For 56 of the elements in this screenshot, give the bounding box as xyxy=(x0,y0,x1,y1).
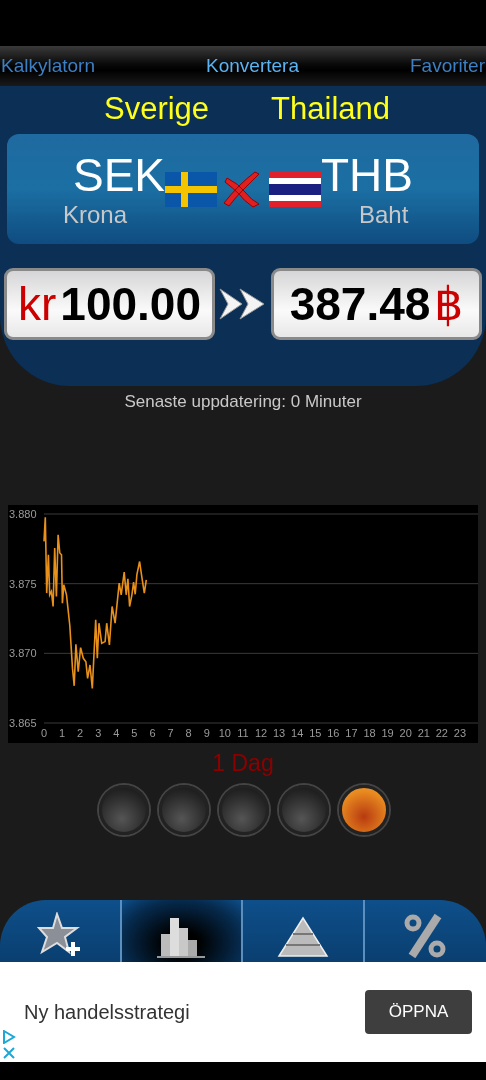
nav-tab[interactable] xyxy=(121,900,243,962)
axis-label: 17 xyxy=(345,727,358,739)
axis-label: 15 xyxy=(309,727,322,739)
axis-label: 3.865 xyxy=(9,717,37,729)
axis-label: 3.880 xyxy=(9,508,37,520)
amount-value: 387.48 xyxy=(289,277,431,331)
open-button[interactable]: ÖPPNA xyxy=(365,990,472,1034)
ad-text: Ny handelsstrategi xyxy=(24,1000,190,1024)
country-name: Sverige xyxy=(104,91,210,127)
currency-symbol: ฿ xyxy=(434,277,464,331)
axis-label: 20 xyxy=(399,727,412,739)
update-status: Senaste uppdatering: 0 Minuter xyxy=(123,392,363,412)
flag-icon xyxy=(165,171,217,207)
tab[interactable]: Kalkylatorn xyxy=(0,55,96,77)
pyramid-icon xyxy=(276,916,329,958)
currency-name: Baht xyxy=(359,201,409,229)
currency-code[interactable]: THB xyxy=(321,149,413,201)
close-icon[interactable] xyxy=(2,1046,16,1060)
axis-label: 19 xyxy=(381,727,394,739)
axis-label: 1 xyxy=(59,727,66,739)
country-name: Thailand xyxy=(271,91,390,127)
period-button[interactable] xyxy=(339,785,389,835)
currency-code[interactable]: SEK xyxy=(72,149,165,201)
axis-label: 14 xyxy=(291,727,304,739)
play-icon[interactable] xyxy=(2,1030,16,1044)
period-label: 1 Dag xyxy=(211,750,275,777)
axis-label: 6 xyxy=(149,727,156,739)
axis-label: 12 xyxy=(254,727,268,739)
axis-label: 22 xyxy=(435,727,448,739)
axis-label: 16 xyxy=(327,727,340,739)
flag-icon xyxy=(269,171,321,207)
tab[interactable]: Konvertera xyxy=(205,55,300,77)
star-plus-icon xyxy=(36,912,83,958)
axis-label: 18 xyxy=(363,727,376,739)
axis-label: 3 xyxy=(95,727,102,739)
tab[interactable]: Favoriter xyxy=(409,55,486,77)
currency-name: Krona xyxy=(62,201,127,229)
amount-value: 100.00 xyxy=(60,277,201,331)
amount-field[interactable]: kr100.00 xyxy=(4,268,215,340)
axis-label: 2 xyxy=(77,727,84,739)
axis-label: 13 xyxy=(272,727,286,739)
axis-label: 3.875 xyxy=(9,577,37,590)
axis-label: 11 xyxy=(237,727,249,739)
axis-label: 5 xyxy=(131,727,138,739)
axis-label: 21 xyxy=(417,727,430,739)
percent-icon xyxy=(404,914,447,958)
axis-label: 0 xyxy=(40,727,48,739)
axis-label: 7 xyxy=(167,727,174,739)
axis-label: 3.870 xyxy=(9,647,37,660)
axis-label: 10 xyxy=(218,727,231,739)
axis-label: 8 xyxy=(185,727,192,739)
bar-chart-icon xyxy=(157,916,206,958)
axis-label: 23 xyxy=(453,727,467,739)
axis-label: 4 xyxy=(113,727,120,739)
currency-symbol: kr xyxy=(18,277,57,331)
axis-label: 9 xyxy=(203,727,210,739)
